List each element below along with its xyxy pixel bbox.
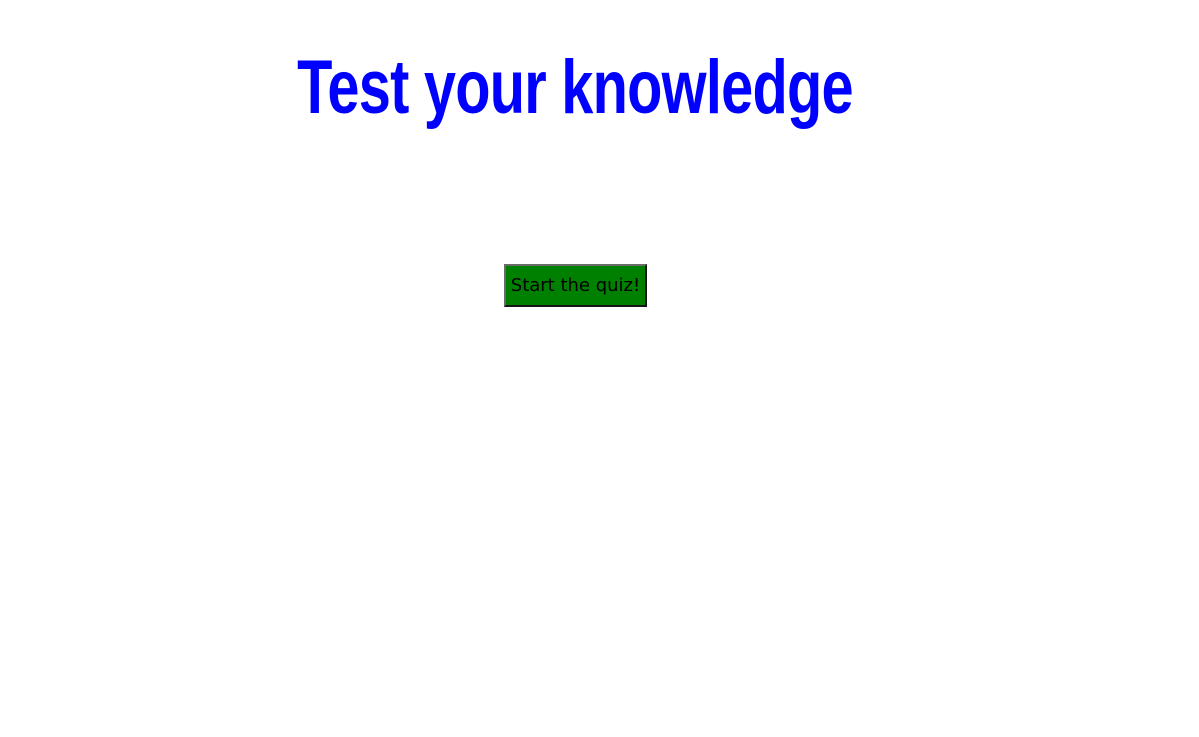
quiz-start-page: Test your knowledge Start the quiz! [0, 0, 1199, 737]
start-quiz-button[interactable]: Start the quiz! [504, 264, 647, 307]
page-title: Test your knowledge [297, 45, 854, 130]
